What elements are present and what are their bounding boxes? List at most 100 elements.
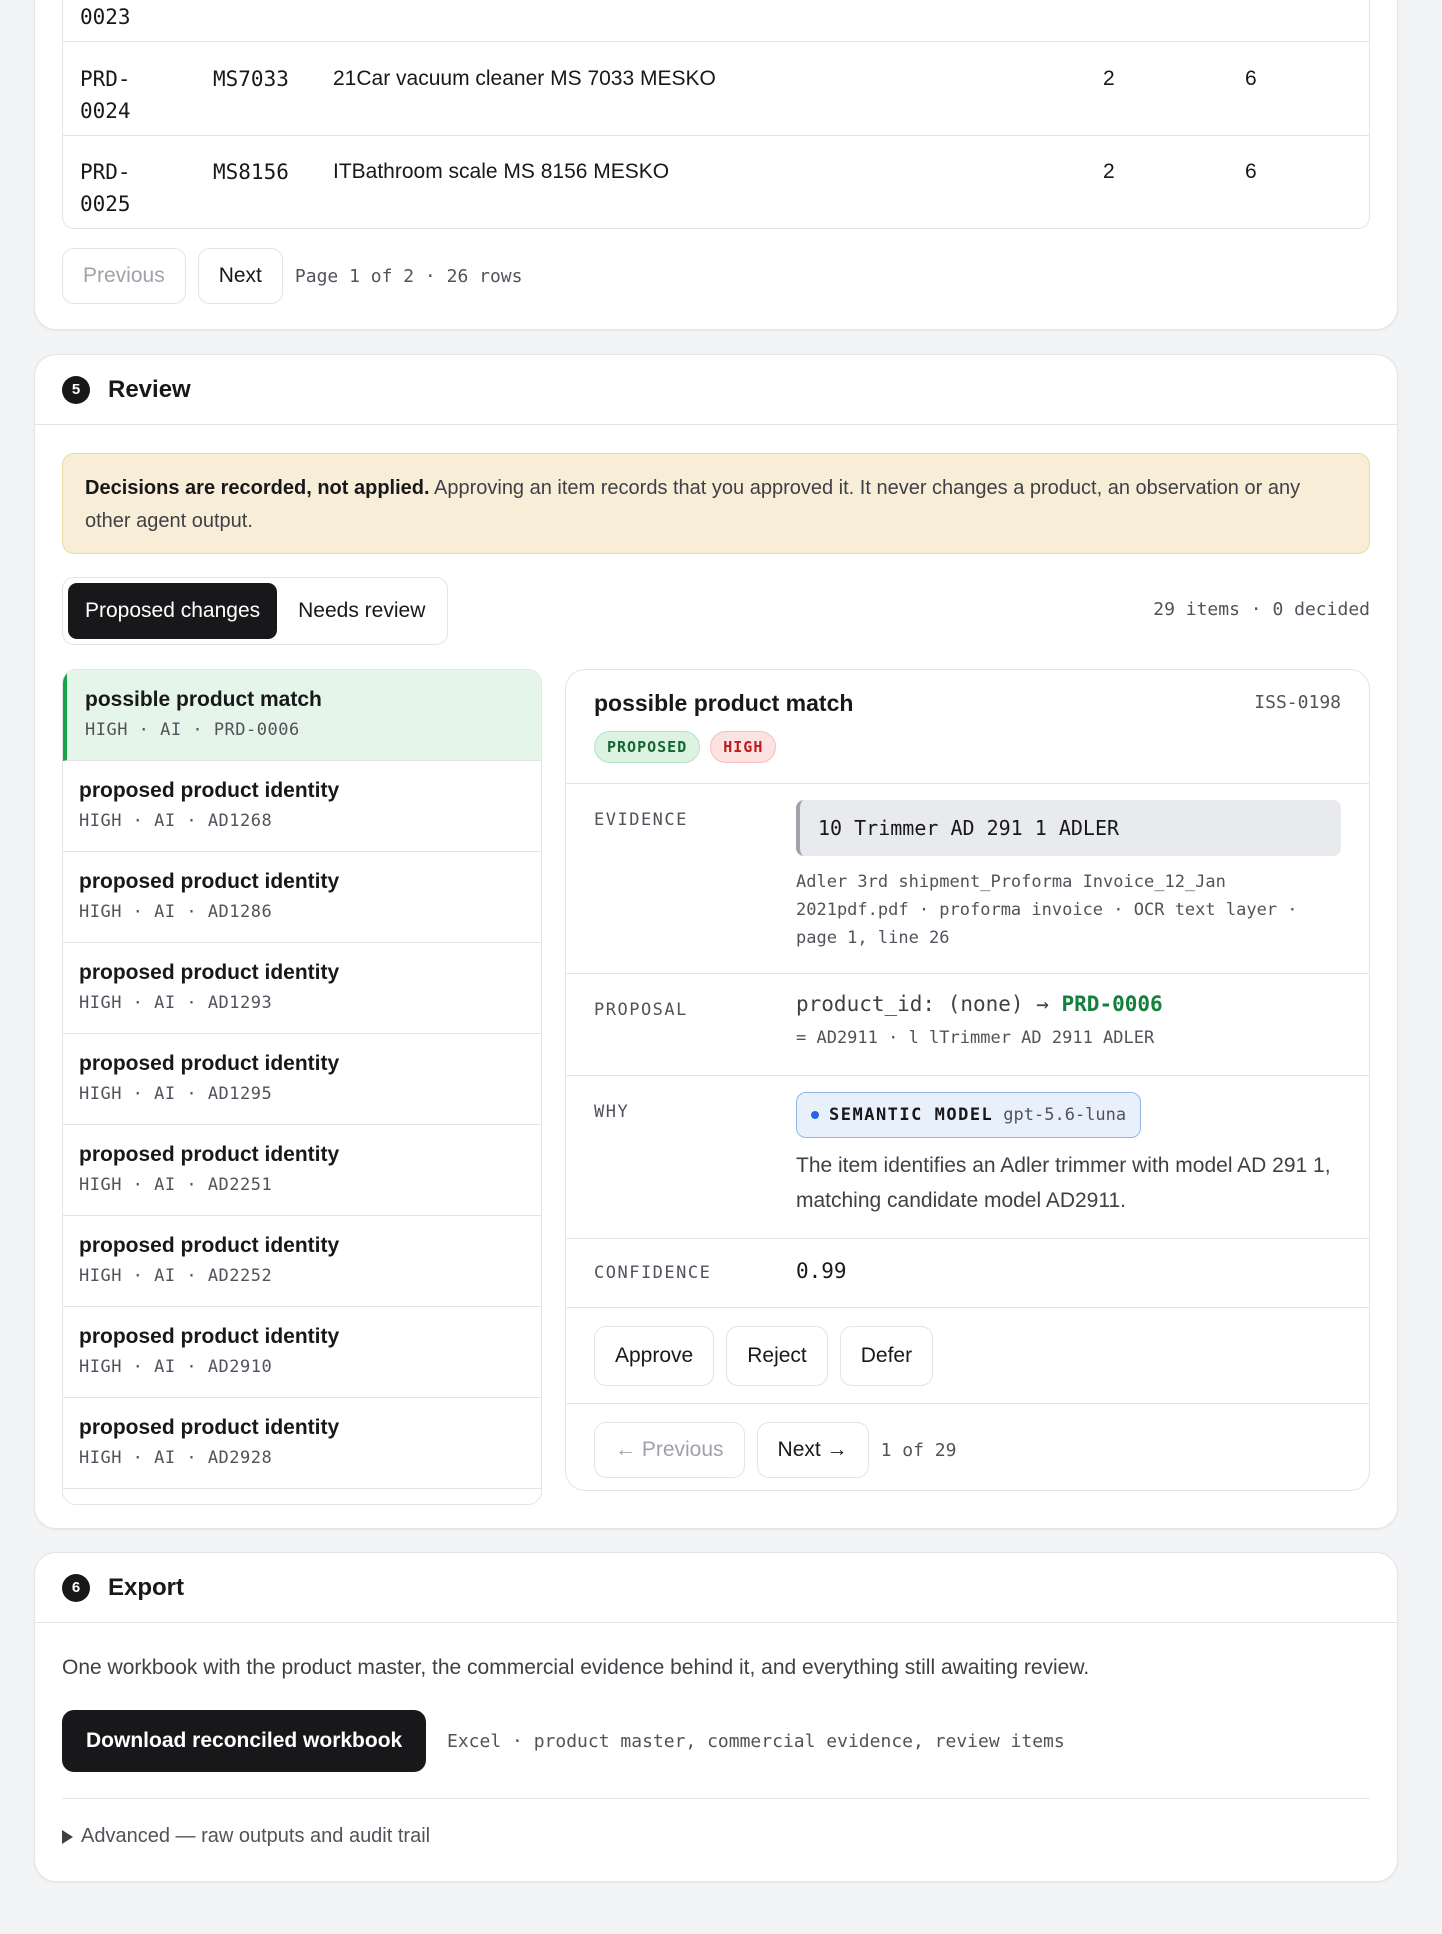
detail-header: possible product match ISS-0198 PROPOSED… (566, 670, 1369, 784)
review-card: 5 Review Decisions are recorded, not app… (34, 354, 1398, 1529)
previous-page-button[interactable]: Previous (62, 248, 186, 304)
item-meta: HIGH · AI · AD1286 (79, 902, 273, 922)
item-title: proposed product identity (79, 1052, 340, 1075)
notice-bold: Decisions are recorded, not applied. (85, 477, 430, 499)
step-badge: 5 (62, 375, 90, 404)
detail-nav-row: ← Previous Next → 1 of 29 (566, 1404, 1369, 1490)
advanced-disclosure[interactable]: Advanced — raw outputs and audit trail (62, 1825, 430, 1848)
section-title: Review (108, 375, 191, 403)
table-row[interactable]: 0023 (63, 0, 1369, 42)
evidence-text: 10 Trimmer AD 291 1 ADLER (796, 800, 1341, 856)
table-row[interactable]: PRD- 0024 MS7033 21Car vacuum cleaner MS … (63, 43, 1369, 136)
download-workbook-button[interactable]: Download reconciled workbook (62, 1710, 427, 1772)
item-title: proposed product identity (79, 961, 340, 984)
proposal-label: PROPOSAL (594, 1000, 688, 1020)
section-title: Export (108, 1573, 185, 1601)
confidence-value: 0.99 (796, 1259, 847, 1283)
item-meta: HIGH · AI · PRD-0006 (85, 720, 300, 740)
table-pager: Previous Next Page 1 of 2 · 26 rows (62, 248, 522, 304)
item-meta: HIGH · AI · AD2928 (79, 1448, 273, 1468)
item-meta: HIGH · AI · AD1268 (79, 811, 273, 831)
why-text: The item identifies an Adler trimmer wit… (796, 1154, 1331, 1212)
list-item[interactable]: proposed product identity HIGH · AI · AD… (63, 1216, 541, 1307)
review-header: 5 Review (35, 355, 1397, 425)
list-item[interactable]: proposed product identity HIGH · AI · AD… (63, 852, 541, 943)
product-code-cell: MS8156 (213, 160, 289, 184)
item-meta: HIGH · AI · AD1295 (79, 1084, 273, 1104)
item-title: proposed product identity (79, 779, 340, 802)
item-position: 1 of 29 (880, 1439, 957, 1461)
export-description: One workbook with the product master, th… (62, 1656, 1090, 1679)
confidence-row: CONFIDENCE 0.99 (566, 1239, 1369, 1308)
product-name-cell: ITBathroom scale MS 8156 MESKO (333, 160, 670, 183)
item-meta: HIGH · AI · AD2910 (79, 1357, 273, 1377)
review-item-list: possible product match HIGH · AI · PRD-0… (62, 669, 542, 1505)
evidence-label: EVIDENCE (594, 810, 688, 830)
proposal-row: PROPOSAL product_id: (none) → PRD-0006 =… (566, 974, 1369, 1076)
count-cell: 2 (1103, 67, 1115, 90)
evidence-row: EVIDENCE 10 Trimmer AD 291 1 ADLER Adler… (566, 784, 1369, 974)
advanced-label: Advanced — raw outputs and audit trail (81, 1825, 431, 1847)
review-counts: 29 items · 0 decided (1153, 599, 1370, 620)
detail-title: possible product match (594, 690, 854, 716)
action-row: Approve Reject Defer (566, 1308, 1369, 1404)
review-tabs: Proposed changes Needs review (62, 577, 449, 645)
list-item[interactable]: proposed product identity HIGH · AI · AD… (63, 1307, 541, 1398)
item-title: proposed product identity (79, 1325, 340, 1348)
item-title: proposed product identity (79, 1143, 340, 1166)
proposal-detail: = AD2911 · l lTrimmer AD 2911 ADLER (796, 1028, 1155, 1048)
item-meta: HIGH · AI · AD2252 (79, 1266, 273, 1286)
list-item[interactable]: proposed product identity HIGH · AI · AD… (63, 943, 541, 1034)
item-title: proposed product identity (79, 1416, 340, 1439)
evidence-source: Adler 3rd shipment_Proforma Invoice_12_J… (796, 872, 1298, 948)
count-cell: 2 (1103, 160, 1115, 183)
products-table-card: 0023 PRD- 0024 MS7033 21Car vacuum cleane… (34, 0, 1398, 330)
list-item[interactable]: proposed product identity HIGH · AI · AD… (63, 761, 541, 852)
table-row[interactable]: PRD- 0025 MS8156 ITBathroom scale MS 8156… (63, 136, 1369, 228)
step-badge: 6 (62, 1573, 90, 1602)
count-cell: 6 (1245, 67, 1257, 90)
previous-item-button[interactable]: ← Previous (594, 1422, 745, 1478)
dot-icon (811, 1111, 819, 1119)
count-cell: 6 (1245, 160, 1257, 183)
product-id-cell: PRD- 0024 (80, 67, 131, 123)
export-card: 6 Export One workbook with the product m… (34, 1552, 1398, 1882)
product-code-cell: MS7033 (213, 67, 289, 91)
item-title: possible product match (85, 688, 322, 711)
product-id-cell: 0023 (80, 5, 131, 29)
export-header: 6 Export (35, 1553, 1397, 1623)
next-page-button[interactable]: Next (197, 248, 283, 304)
divider (62, 1798, 1370, 1799)
notice-banner: Decisions are recorded, not applied. App… (62, 453, 1370, 554)
page-info: Page 1 of 2 · 26 rows (294, 265, 523, 287)
item-meta: HIGH · AI · AD1293 (79, 993, 273, 1013)
model-kind: SEMANTIC MODEL (829, 1105, 994, 1125)
item-meta: HIGH · AI · AD2251 (79, 1175, 273, 1195)
status-badge: PROPOSED (594, 731, 701, 763)
item-title: proposed product identity (79, 1234, 340, 1257)
next-item-button[interactable]: Next → (756, 1422, 869, 1478)
severity-badge: HIGH (710, 731, 777, 763)
list-item[interactable]: proposed product identity HIGH · AI · AD… (63, 1398, 541, 1489)
disclosure-triangle-icon (62, 1829, 73, 1844)
product-id-cell: PRD- 0025 (80, 160, 131, 216)
proposal-change: product_id: (none) → PRD-0006 (796, 992, 1163, 1016)
model-chip: SEMANTIC MODEL gpt-5.6-luna (796, 1092, 1142, 1138)
list-item[interactable]: proposed product identity HIGH · AI · AD… (63, 1125, 541, 1216)
why-row: WHY SEMANTIC MODEL gpt-5.6-luna The item… (566, 1076, 1369, 1239)
review-detail-panel: possible product match ISS-0198 PROPOSED… (565, 669, 1370, 1491)
list-item[interactable]: proposed product identity HIGH · AI · AD… (63, 1034, 541, 1125)
model-name: gpt-5.6-luna (1003, 1105, 1127, 1125)
issue-id: ISS-0198 (1254, 692, 1341, 713)
product-name-cell: 21Car vacuum cleaner MS 7033 MESKO (333, 67, 716, 90)
confidence-label: CONFIDENCE (594, 1263, 712, 1283)
approve-button[interactable]: Approve (594, 1326, 715, 1386)
item-title: proposed product identity (79, 870, 340, 893)
list-item[interactable]: possible product match HIGH · AI · PRD-0… (63, 670, 541, 761)
defer-button[interactable]: Defer (839, 1326, 934, 1386)
download-meta: Excel · product master, commercial evide… (447, 1731, 1065, 1752)
why-label: WHY (594, 1102, 630, 1122)
tab-proposed-changes[interactable]: Proposed changes (68, 583, 278, 639)
tab-needs-review[interactable]: Needs review (281, 583, 442, 639)
reject-button[interactable]: Reject (726, 1326, 828, 1386)
